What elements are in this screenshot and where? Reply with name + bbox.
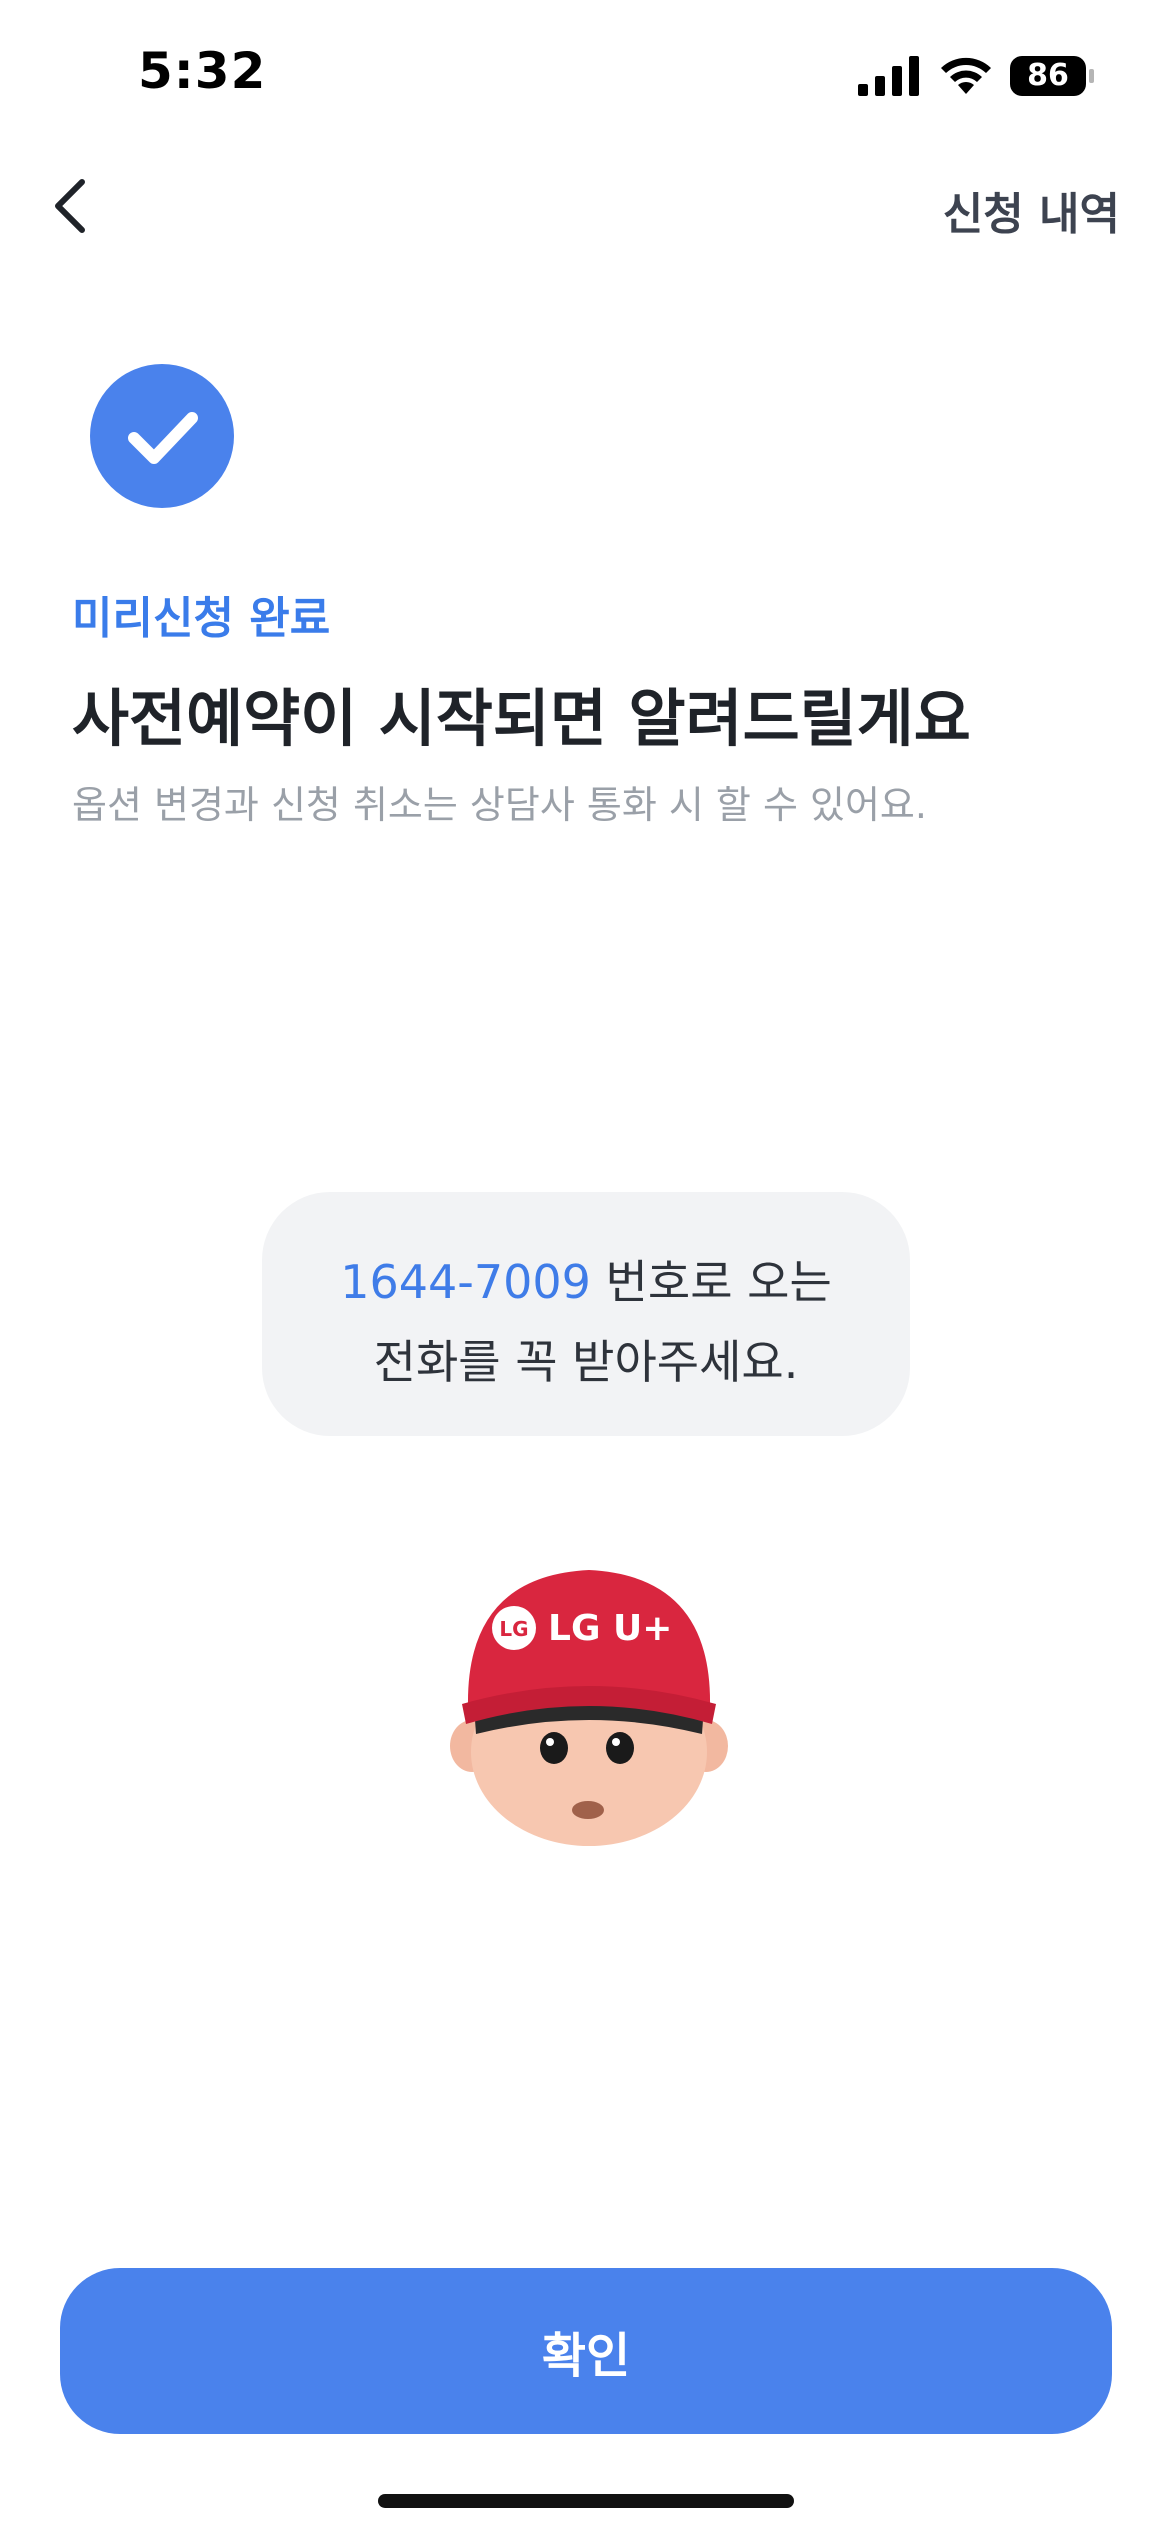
lg-uplus-mascot-image: LG LG U+	[450, 1570, 728, 1846]
cellular-signal-icon	[858, 56, 919, 96]
home-indicator	[378, 2494, 794, 2508]
call-notice-text: 번호로 오는	[590, 1255, 832, 1309]
call-notice-line-2: 전화를 꼭 받아주세요.	[373, 1335, 799, 1389]
application-history-link[interactable]: 신청 내역	[943, 178, 1120, 242]
wifi-icon	[941, 57, 991, 94]
call-notice-line-1: 1644-7009 번호로 오는	[262, 1246, 910, 1312]
svg-text:LG: LG	[499, 1617, 528, 1641]
status-time: 5:32	[138, 42, 267, 100]
success-check-badge	[90, 364, 234, 508]
battery-indicator: 86	[1010, 54, 1096, 98]
back-button[interactable]	[46, 174, 98, 238]
chevron-left-icon	[55, 179, 85, 233]
confirm-button[interactable]: 확인	[60, 2268, 1112, 2434]
page-description: 옵션 변경과 신청 취소는 상담사 통화 시 할 수 있어요.	[72, 783, 927, 827]
check-icon	[128, 412, 198, 464]
cap-logo-text: LG U+	[548, 1608, 672, 1649]
phone-number: 1644-7009	[340, 1255, 591, 1309]
call-notice-bubble: 1644-7009 번호로 오는 전화를 꼭 받아주세요.	[262, 1192, 910, 1436]
battery-level: 86	[1027, 58, 1069, 93]
completion-label: 미리신청 완료	[72, 593, 331, 644]
page-title: 사전예약이 시작되면 알려드릴게요	[72, 682, 971, 755]
